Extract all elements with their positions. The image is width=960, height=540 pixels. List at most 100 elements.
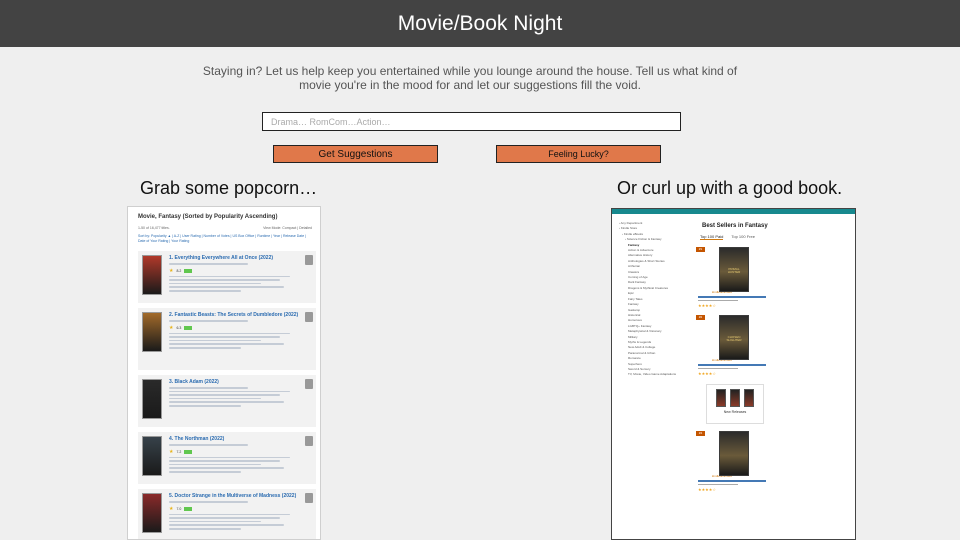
star-icon: ★ xyxy=(169,267,174,274)
film-meta xyxy=(169,444,248,446)
imdb-results-panel: Movie, Fantasy (Sorted by Popularity Asc… xyxy=(127,206,321,540)
bookmark-icon[interactable] xyxy=(305,436,313,446)
book-stars: ★★★★☆ xyxy=(698,487,716,492)
intro-text: Staying in? Let us help keep you enterta… xyxy=(202,64,738,92)
film-description-line xyxy=(169,390,290,393)
amazon-bestsellers-panel: ‹ Any Department ‹ Kindle Store ‹ Kindle e… xyxy=(611,208,856,540)
film-row[interactable]: 5. Doctor Strange in the Multiverse of M… xyxy=(138,489,316,539)
tab-top-paid[interactable]: Top 100 Paid xyxy=(700,234,724,240)
imdb-view-mode[interactable]: View Mode: Compact | Detailed xyxy=(263,226,312,230)
genre-search-input[interactable] xyxy=(262,112,681,131)
film-description-line xyxy=(169,524,285,526)
metascore-badge xyxy=(184,268,193,273)
star-icon: ★ xyxy=(169,324,174,331)
film-description-line xyxy=(169,346,242,349)
film-description-line xyxy=(169,394,281,396)
bookmark-icon[interactable] xyxy=(305,493,313,503)
rank-badge: #4 xyxy=(696,431,705,436)
book-title-link[interactable] xyxy=(698,364,766,366)
film-poster[interactable] xyxy=(142,312,162,352)
film-poster[interactable] xyxy=(142,436,162,476)
film-title-link[interactable]: 5. Doctor Strange in the Multiverse of M… xyxy=(169,493,300,499)
imdb-list-title: Movie, Fantasy (Sorted by Popularity Asc… xyxy=(138,214,278,220)
film-row[interactable]: 2. Fantastic Beasts: The Secrets of Dumb… xyxy=(138,308,316,370)
film-poster[interactable] xyxy=(142,255,162,295)
book-title-link[interactable] xyxy=(698,480,766,482)
bookmark-icon[interactable] xyxy=(305,379,313,389)
new-release-cover[interactable] xyxy=(730,389,740,407)
get-suggestions-button[interactable]: Get Suggestions xyxy=(273,145,438,163)
film-title-link[interactable]: 1. Everything Everywhere All at Once (20… xyxy=(169,255,300,261)
imdb-sort-options[interactable]: Sort by: Popularity ▲ | A-Z | User Ratin… xyxy=(138,234,312,244)
star-icon: ★ xyxy=(169,505,174,512)
film-description-line xyxy=(169,275,290,278)
film-meta xyxy=(169,501,248,503)
book-stars: ★★★★☆ xyxy=(698,303,716,308)
film-description-line xyxy=(169,282,261,285)
imdb-count: 1-50 of 16,477 titles. xyxy=(138,226,170,230)
film-description-line xyxy=(169,517,281,519)
film-description-line xyxy=(169,527,242,530)
film-title-link[interactable]: 4. The Northman (2022) xyxy=(169,436,300,442)
film-list: 1. Everything Everywhere All at Once (20… xyxy=(128,251,320,539)
film-poster[interactable] xyxy=(142,493,162,533)
film-description-line xyxy=(169,460,281,462)
film-poster[interactable] xyxy=(142,379,162,419)
books-section-title: Or curl up with a good book. xyxy=(617,178,843,198)
amazon-list-title: Best Sellers in Fantasy xyxy=(702,223,768,229)
app-header: Movie/Book Night xyxy=(0,0,960,47)
new-releases-card[interactable]: New Releases xyxy=(706,384,764,424)
new-release-cover[interactable] xyxy=(744,389,754,407)
star-icon: ★ xyxy=(169,448,174,455)
book-card[interactable]: #4 kindleunlimited ★★★★☆ xyxy=(696,431,772,492)
film-description-line xyxy=(169,332,290,335)
book-cover-text: CHOSEN SLIGHTER xyxy=(726,335,742,342)
film-description-line xyxy=(169,397,261,400)
book-author xyxy=(698,483,738,485)
book-card[interactable]: #1 PRIMAL HUNTER kindleunlimited ★★★★☆ xyxy=(696,247,772,308)
page-title: Movie/Book Night xyxy=(397,11,563,35)
film-title-link[interactable]: 2. Fantastic Beasts: The Secrets of Dumb… xyxy=(169,312,300,318)
film-meta xyxy=(169,263,248,265)
film-description-line xyxy=(169,404,242,407)
amazon-main-list: Best Sellers in Fantasy Top 100 Paid Top… xyxy=(696,223,854,492)
film-description-line xyxy=(169,467,285,469)
metascore-badge xyxy=(184,506,193,511)
film-row[interactable]: 4. The Northman (2022) ★ 7.2 xyxy=(138,432,316,484)
bookmark-icon[interactable] xyxy=(305,312,313,322)
book-author xyxy=(698,299,738,301)
film-row[interactable]: 3. Black Adam (2022) xyxy=(138,375,316,427)
film-rating: 6.3 xyxy=(176,325,182,330)
film-description-line xyxy=(169,470,242,473)
book-stars: ★★★★☆ xyxy=(698,371,716,376)
new-release-cover[interactable] xyxy=(716,389,726,407)
film-rating: 7.2 xyxy=(176,449,182,454)
sidebar-category-link[interactable]: TV, Movie, Video Game Adaptations xyxy=(619,372,694,377)
book-card[interactable]: #2 CHOSEN SLIGHTER kindleunlimited ★★★★☆ xyxy=(696,315,772,376)
amazon-top-bar xyxy=(612,209,855,214)
metascore-badge xyxy=(184,449,193,454)
film-description-line xyxy=(169,463,261,466)
book-cover[interactable]: CHOSEN SLIGHTER xyxy=(719,315,749,360)
film-meta xyxy=(169,320,248,322)
film-description-line xyxy=(169,289,242,292)
movies-section-title: Grab some popcorn… xyxy=(140,178,318,198)
film-description-line xyxy=(169,520,261,523)
film-description-line xyxy=(169,343,285,345)
rank-badge: #1 xyxy=(696,247,705,252)
metascore-badge xyxy=(184,325,193,330)
film-rating: 8.2 xyxy=(176,268,182,273)
film-title-link[interactable]: 3. Black Adam (2022) xyxy=(169,379,300,385)
rank-badge: #2 xyxy=(696,315,705,320)
film-row[interactable]: 1. Everything Everywhere All at Once (20… xyxy=(138,251,316,303)
film-meta xyxy=(169,387,248,389)
book-cover[interactable] xyxy=(719,431,749,476)
book-title-link[interactable] xyxy=(698,296,766,298)
tab-top-free[interactable]: Top 100 Free xyxy=(731,234,755,240)
book-author xyxy=(698,367,738,369)
film-description-line xyxy=(169,339,261,342)
feeling-lucky-button[interactable]: Feeling Lucky? xyxy=(496,145,661,163)
book-cover[interactable]: PRIMAL HUNTER xyxy=(719,247,749,292)
bookmark-icon[interactable] xyxy=(305,255,313,265)
new-releases-label: New Releases xyxy=(723,410,747,414)
